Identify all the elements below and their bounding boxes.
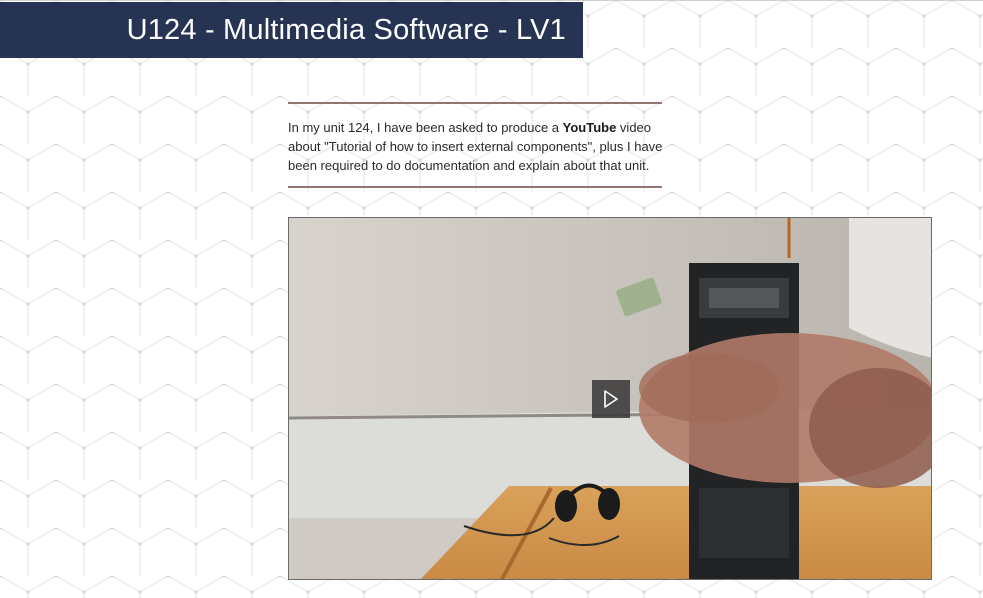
intro-paragraph: In my unit 124, I have been asked to pro… (288, 118, 668, 175)
top-border (0, 0, 983, 1)
divider-bottom (288, 186, 662, 188)
intro-text-youtube: YouTube (562, 120, 617, 135)
title-banner: U124 - Multimedia Software - LV1 (0, 2, 583, 58)
play-button[interactable] (592, 380, 630, 418)
video-player[interactable] (288, 217, 932, 580)
intro-text-before: In my unit 124, I have been asked to pro… (288, 120, 563, 135)
play-icon (604, 390, 618, 408)
page-title: U124 - Multimedia Software - LV1 (126, 13, 566, 46)
divider-top (288, 102, 662, 104)
